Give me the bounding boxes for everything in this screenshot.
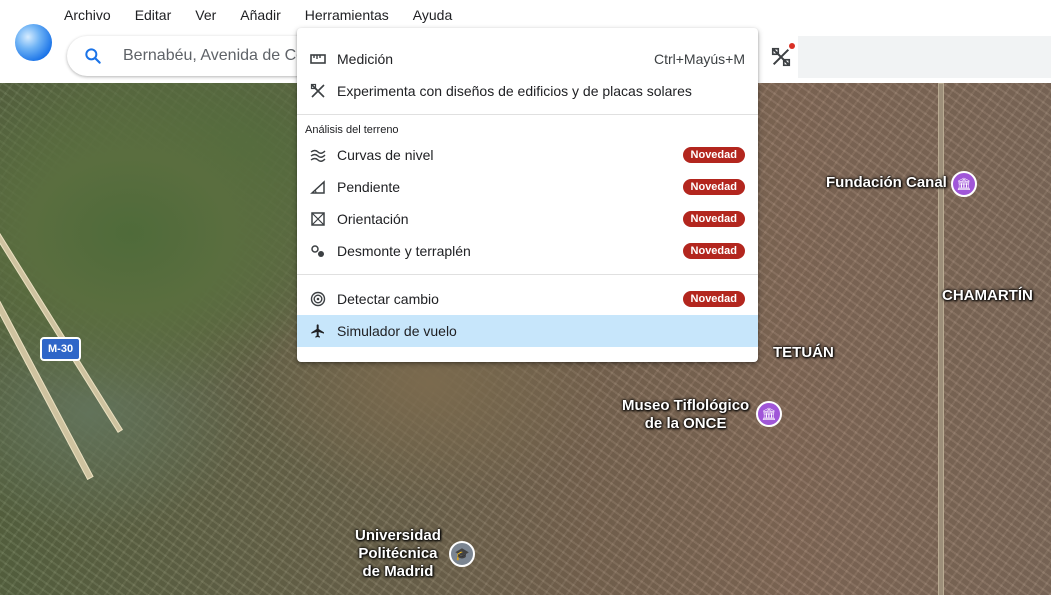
search-box[interactable] bbox=[67, 36, 327, 76]
ruler-icon bbox=[309, 50, 327, 68]
new-badge: Novedad bbox=[682, 291, 745, 307]
new-badge: Novedad bbox=[682, 147, 745, 163]
menu-archivo[interactable]: Archivo bbox=[52, 0, 123, 30]
label-tetuan[interactable]: TETUÁN bbox=[773, 344, 834, 362]
menu-item-label: Medición bbox=[337, 51, 394, 67]
change-detect-icon bbox=[309, 290, 327, 308]
label-museo-tiflologico[interactable]: Museo Tiflológico de la ONCE bbox=[622, 397, 749, 433]
menu-item-label: Pendiente bbox=[337, 179, 401, 195]
road-castellana bbox=[938, 83, 944, 595]
design-tools-icon bbox=[771, 47, 791, 67]
menu-item-medicion[interactable]: Medición Ctrl+Mayús+M bbox=[297, 43, 758, 75]
label-fundacion-canal[interactable]: Fundación Canal bbox=[826, 174, 947, 192]
menu-item-label: Detectar cambio bbox=[337, 291, 439, 307]
menu-item-curvas-nivel[interactable]: Curvas de nivel Novedad bbox=[297, 139, 758, 171]
label-line: de Madrid bbox=[362, 563, 434, 580]
menu-divider bbox=[297, 114, 758, 115]
slope-icon bbox=[309, 178, 327, 196]
label-chamartin[interactable]: CHAMARTÍN bbox=[942, 287, 1033, 305]
menu-item-label: Simulador de vuelo bbox=[337, 323, 457, 339]
road-shield-m30: M-30 bbox=[40, 337, 82, 361]
menu-ayuda[interactable]: Ayuda bbox=[401, 0, 464, 30]
menu-bar: Archivo Editar Ver Añadir Herramientas A… bbox=[52, 0, 464, 30]
menu-item-pendiente[interactable]: Pendiente Novedad bbox=[297, 171, 758, 203]
label-upm[interactable]: Universidad Politécnica de Madrid bbox=[355, 527, 441, 581]
menu-item-label: Experimenta con diseños de edificios y d… bbox=[337, 83, 692, 99]
label-line: de la ONCE bbox=[644, 415, 727, 432]
notification-dot bbox=[789, 43, 795, 49]
menu-item-design-experiment[interactable]: Experimenta con diseños de edificios y d… bbox=[297, 75, 758, 107]
search-icon[interactable] bbox=[83, 46, 103, 66]
tools-dropdown-menu: Medición Ctrl+Mayús+M Experimenta con di… bbox=[297, 28, 758, 362]
road-secondary bbox=[0, 233, 123, 433]
new-badge: Novedad bbox=[682, 179, 745, 195]
menu-item-label: Orientación bbox=[337, 211, 409, 227]
cut-fill-icon bbox=[309, 242, 327, 260]
museum-poi-icon[interactable]: 🏛 bbox=[951, 171, 977, 197]
menu-divider bbox=[297, 274, 758, 275]
menu-anadir[interactable]: Añadir bbox=[228, 0, 292, 30]
university-poi-icon[interactable]: 🎓 bbox=[449, 541, 475, 567]
menu-item-label: Curvas de nivel bbox=[337, 147, 434, 163]
menu-item-desmonte[interactable]: Desmonte y terraplén Novedad bbox=[297, 235, 758, 267]
menu-editar[interactable]: Editar bbox=[123, 0, 184, 30]
design-tools-button[interactable] bbox=[765, 41, 797, 73]
header-toolbar-area bbox=[798, 36, 1051, 78]
menu-item-label: Desmonte y terraplén bbox=[337, 243, 471, 259]
search-input[interactable] bbox=[121, 46, 325, 66]
menu-item-detectar-cambio[interactable]: Detectar cambio Novedad bbox=[297, 283, 758, 315]
museum-poi-icon[interactable]: 🏛 bbox=[756, 401, 782, 427]
aspect-icon bbox=[309, 210, 327, 228]
airplane-icon bbox=[309, 322, 327, 340]
new-badge: Novedad bbox=[682, 211, 745, 227]
menu-herramientas[interactable]: Herramientas bbox=[293, 0, 401, 30]
design-tools-icon bbox=[309, 82, 327, 100]
contour-icon bbox=[309, 146, 327, 164]
label-line: Politécnica bbox=[358, 545, 438, 562]
label-line: Museo Tiflológico bbox=[622, 397, 750, 414]
menu-item-orientacion[interactable]: Orientación Novedad bbox=[297, 203, 758, 235]
new-badge: Novedad bbox=[682, 243, 745, 259]
shortcut-label: Ctrl+Mayús+M bbox=[653, 51, 745, 67]
menu-item-simulador-vuelo[interactable]: Simulador de vuelo bbox=[297, 315, 758, 347]
menu-ver[interactable]: Ver bbox=[183, 0, 228, 30]
section-title-terrain: Análisis del terreno bbox=[305, 124, 399, 136]
google-earth-logo-icon[interactable] bbox=[15, 24, 52, 61]
label-line: Universidad bbox=[355, 527, 441, 544]
